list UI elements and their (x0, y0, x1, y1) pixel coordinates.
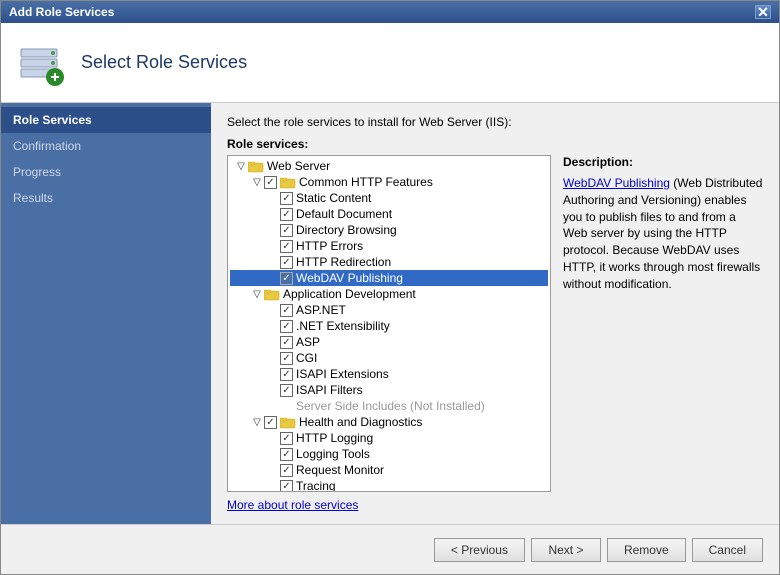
description-panel: Description: WebDAV Publishing (Web Dist… (563, 155, 763, 492)
header: Select Role Services (1, 23, 779, 103)
close-button[interactable]: ✕ (755, 5, 771, 19)
cb-dir-browsing[interactable] (280, 224, 293, 237)
cb-webdav[interactable] (280, 272, 293, 285)
webdav-link[interactable]: WebDAV Publishing (563, 176, 670, 190)
more-link-area: More about role services (227, 498, 763, 512)
main-window: Add Role Services ✕ Select Role Services (0, 0, 780, 575)
tree-label-webdav: WebDAV Publishing (296, 271, 548, 285)
role-services-label: Role services: (227, 137, 763, 151)
tree-label-net-ext: .NET Extensibility (296, 319, 548, 333)
tree-item-webdav[interactable]: ▷ WebDAV Publishing (230, 270, 548, 286)
tree-item-cgi[interactable]: ▷ CGI (230, 350, 548, 366)
tree-label-dir-browsing: Directory Browsing (296, 223, 548, 237)
expander-common-http[interactable]: ▽ (250, 175, 264, 189)
sidebar-item-confirmation[interactable]: Confirmation (1, 133, 211, 159)
tree-item-http-logging[interactable]: ▷ HTTP Logging (230, 430, 548, 446)
tree-label-tracing: Tracing (296, 479, 548, 492)
tree-item-common-http[interactable]: ▽ Common HTTP Features (230, 174, 548, 190)
tree-label-static-content: Static Content (296, 191, 548, 205)
tree-item-isapi-ext[interactable]: ▷ ISAPI Extensions (230, 366, 548, 382)
tree-label-app-dev: Application Development (283, 287, 548, 301)
tree-label-isapi-ext: ISAPI Extensions (296, 367, 548, 381)
tree-item-request-monitor[interactable]: ▷ Request Monitor (230, 462, 548, 478)
cb-static-content[interactable] (280, 192, 293, 205)
header-icon (17, 39, 65, 87)
cb-common-http[interactable] (264, 176, 277, 189)
cancel-button[interactable]: Cancel (692, 538, 763, 562)
sidebar-item-results[interactable]: Results (1, 185, 211, 211)
more-about-role-services-link[interactable]: More about role services (227, 498, 358, 512)
tree-label-health-diag: Health and Diagnostics (299, 415, 548, 429)
cb-isapi-filters[interactable] (280, 384, 293, 397)
cb-cgi[interactable] (280, 352, 293, 365)
tree-item-http-errors[interactable]: ▷ HTTP Errors (230, 238, 548, 254)
tree-item-http-redirect[interactable]: ▷ HTTP Redirection (230, 254, 548, 270)
tree-label-webserver: Web Server (267, 159, 548, 173)
tree-label-default-doc: Default Document (296, 207, 548, 221)
tree-label-aspnet: ASP.NET (296, 303, 548, 317)
cb-aspnet[interactable] (280, 304, 293, 317)
next-button[interactable]: Next > (531, 538, 601, 562)
tree-item-asp[interactable]: ▷ ASP (230, 334, 548, 350)
content-area: Role Services Confirmation Progress Resu… (1, 103, 779, 524)
tree-item-tracing[interactable]: ▷ Tracing (230, 478, 548, 492)
cb-tracing[interactable] (280, 480, 293, 493)
tree-label-common-http: Common HTTP Features (299, 175, 548, 189)
tree-item-health-diag[interactable]: ▽ Health and Diagnostics (230, 414, 548, 430)
cb-asp[interactable] (280, 336, 293, 349)
expander-webserver[interactable]: ▽ (234, 159, 248, 173)
tree-item-ssi[interactable]: ▷ Server Side Includes (Not Installed) (230, 398, 548, 414)
tree-item-net-ext[interactable]: ▷ .NET Extensibility (230, 318, 548, 334)
tree-label-ssi: Server Side Includes (Not Installed) (280, 399, 548, 413)
cb-net-ext[interactable] (280, 320, 293, 333)
title-bar: Add Role Services ✕ (1, 1, 779, 23)
main-area: Select the role services to install for … (211, 103, 779, 524)
cb-health-diag[interactable] (264, 416, 277, 429)
tree-item-dir-browsing[interactable]: ▷ Directory Browsing (230, 222, 548, 238)
tree-item-webserver[interactable]: ▽ Web Server (230, 158, 548, 174)
split-area: ▽ Web Server ▽ (227, 155, 763, 492)
sidebar-item-role-services[interactable]: Role Services (1, 107, 211, 133)
tree-item-isapi-filters[interactable]: ▷ ISAPI Filters (230, 382, 548, 398)
remove-button[interactable]: Remove (607, 538, 686, 562)
tree-item-logging-tools[interactable]: ▷ Logging Tools (230, 446, 548, 462)
folder-icon-webserver (248, 159, 264, 173)
tree-label-request-monitor: Request Monitor (296, 463, 548, 477)
expander-health-diag[interactable]: ▽ (250, 415, 264, 429)
tree-item-default-doc[interactable]: ▷ Default Document (230, 206, 548, 222)
tree-label-cgi: CGI (296, 351, 548, 365)
tree-label-http-errors: HTTP Errors (296, 239, 548, 253)
description-text: WebDAV Publishing (Web Distributed Autho… (563, 175, 763, 293)
folder-icon-health-diag (280, 415, 296, 429)
tree-label-logging-tools: Logging Tools (296, 447, 548, 461)
previous-button[interactable]: < Previous (434, 538, 525, 562)
cb-default-doc[interactable] (280, 208, 293, 221)
tree-label-http-redirect: HTTP Redirection (296, 255, 548, 269)
window-title: Add Role Services (9, 5, 114, 19)
folder-icon-common-http (280, 175, 296, 189)
sidebar-item-progress[interactable]: Progress (1, 159, 211, 185)
folder-icon-app-dev (264, 287, 280, 301)
cb-request-monitor[interactable] (280, 464, 293, 477)
footer: < Previous Next > Remove Cancel (1, 524, 779, 574)
tree-item-static-content[interactable]: ▷ Static Content (230, 190, 548, 206)
description-body: (Web Distributed Authoring and Versionin… (563, 176, 762, 291)
tree-label-isapi-filters: ISAPI Filters (296, 383, 548, 397)
tree-label-asp: ASP (296, 335, 548, 349)
main-subtitle: Select the role services to install for … (227, 115, 763, 129)
sidebar: Role Services Confirmation Progress Resu… (1, 103, 211, 524)
cb-http-errors[interactable] (280, 240, 293, 253)
tree-item-aspnet[interactable]: ▷ ASP.NET (230, 302, 548, 318)
cb-logging-tools[interactable] (280, 448, 293, 461)
expander-app-dev[interactable]: ▽ (250, 287, 264, 301)
tree-label-http-logging: HTTP Logging (296, 431, 548, 445)
cb-http-logging[interactable] (280, 432, 293, 445)
header-title: Select Role Services (81, 52, 247, 73)
tree-item-app-dev[interactable]: ▽ Application Development (230, 286, 548, 302)
cb-isapi-ext[interactable] (280, 368, 293, 381)
description-title: Description: (563, 155, 763, 169)
cb-http-redirect[interactable] (280, 256, 293, 269)
role-services-tree[interactable]: ▽ Web Server ▽ (227, 155, 551, 492)
